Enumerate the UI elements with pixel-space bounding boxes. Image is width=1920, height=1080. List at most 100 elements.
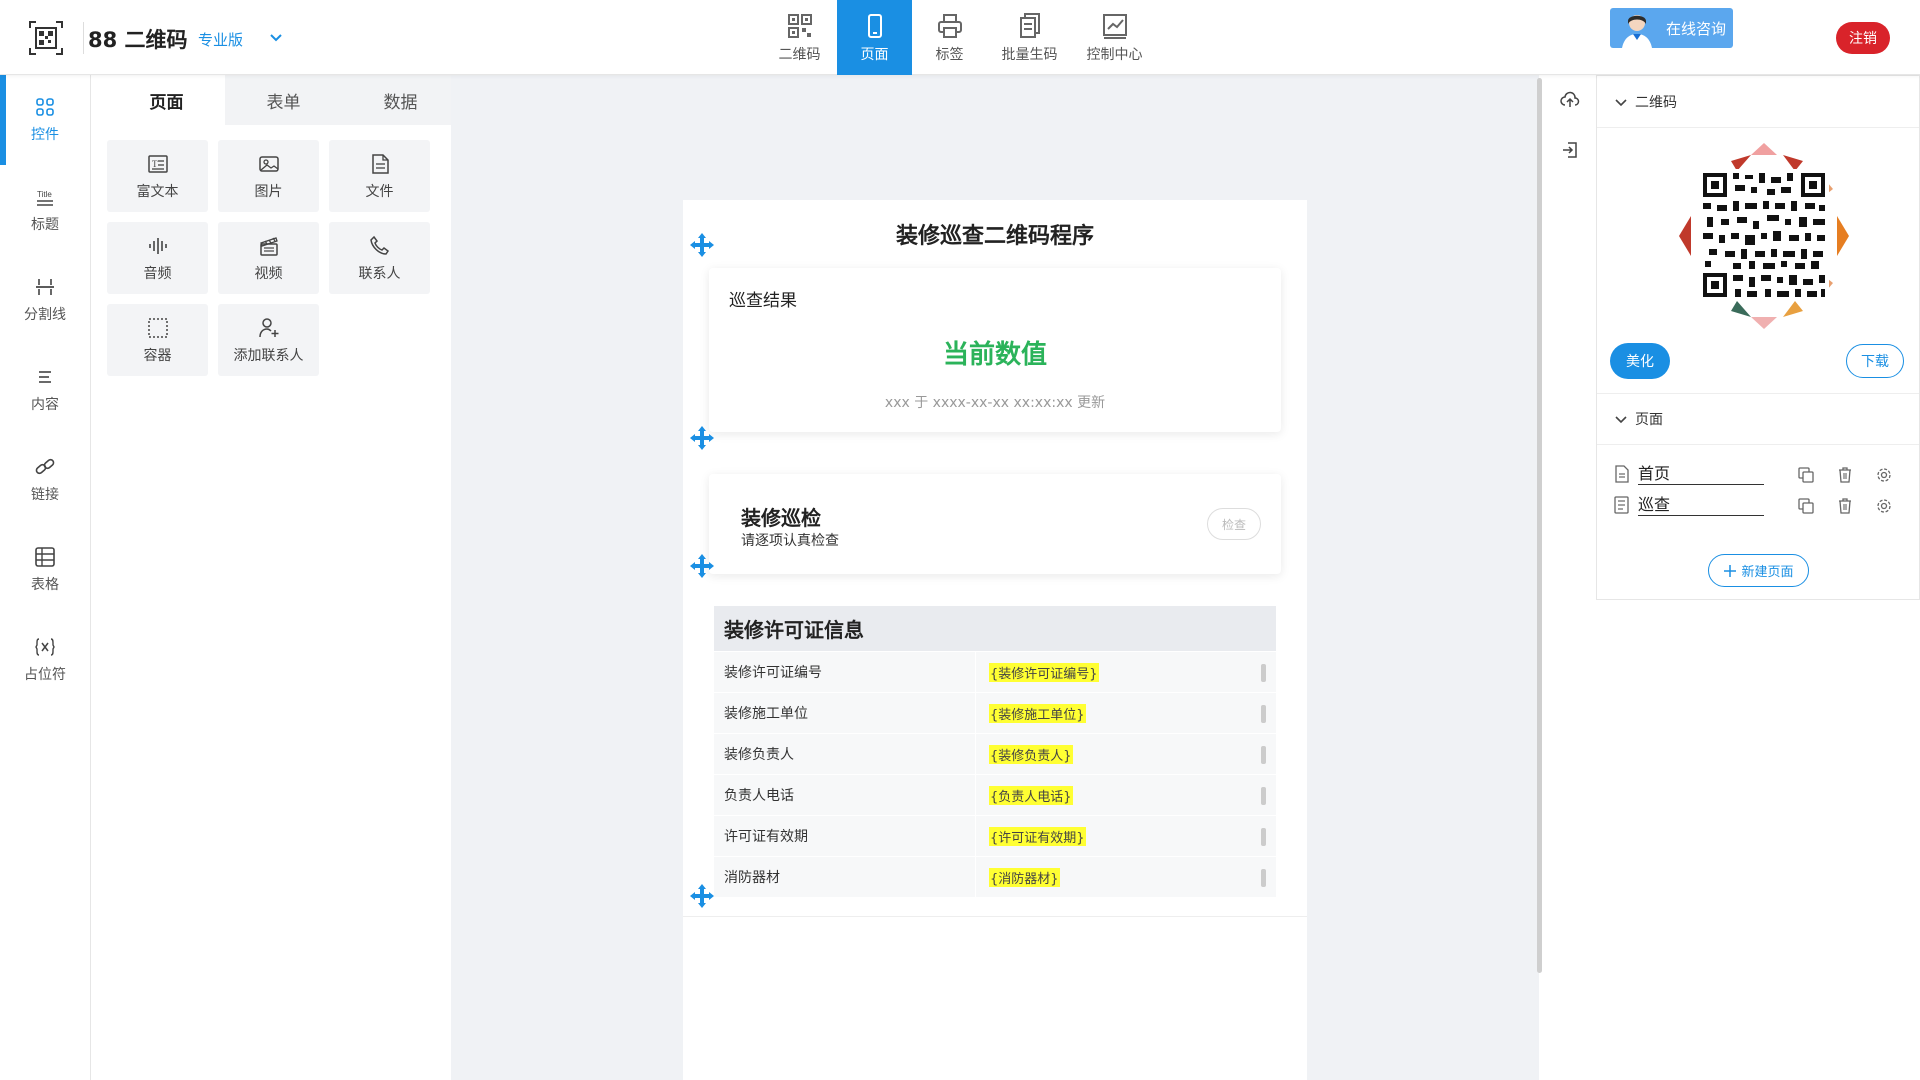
table-row[interactable]: 装修施工单位 {装修施工单位} — [714, 692, 1276, 733]
move-handle-icon[interactable] — [689, 553, 715, 579]
download-button[interactable]: 下载 — [1846, 344, 1904, 378]
widget-rich-text[interactable]: T 富文本 — [107, 140, 208, 212]
widget-label: 图片 — [254, 183, 283, 200]
page-name[interactable]: 巡查 — [1638, 495, 1764, 516]
image-icon — [258, 155, 279, 172]
rail-item-label: 链接 — [31, 487, 59, 503]
rail-item-widgets[interactable]: 控件 — [0, 75, 90, 165]
placeholder-icon — [35, 638, 55, 656]
placeholder-tag: {装修施工单位} — [989, 703, 1086, 723]
move-handle-icon[interactable] — [689, 232, 715, 258]
new-page-button[interactable]: 新建页面 — [1708, 554, 1809, 587]
nav-qrcode[interactable]: 二维码 — [762, 0, 837, 75]
rail-item-link[interactable]: 链接 — [0, 435, 90, 525]
move-handle-icon[interactable] — [689, 883, 715, 909]
trash-icon[interactable] — [1836, 466, 1854, 484]
divider-icon — [36, 279, 54, 295]
permit-table[interactable]: 装修许可证信息 装修许可证编号 {装修许可证编号} 装修施工单位 {装修施工单位} … — [714, 606, 1276, 897]
widget-video[interactable]: 视频 — [218, 222, 319, 294]
nav-batch-label: 批量生码 — [1001, 46, 1058, 63]
cell-resize-handle[interactable] — [1261, 705, 1266, 723]
logout-button[interactable]: 注销 — [1836, 22, 1890, 54]
page-name[interactable]: 首页 — [1638, 464, 1764, 485]
nav-batch[interactable]: 批量生码 — [987, 0, 1072, 75]
page-doc-icon — [1615, 465, 1629, 483]
copy-icon[interactable] — [1797, 497, 1815, 515]
rail-item-divider[interactable]: 分割线 — [0, 255, 90, 345]
nav-label[interactable]: 标签 — [912, 0, 987, 75]
rail-item-placeholder[interactable]: 占位符 — [0, 615, 90, 705]
edition-label[interactable]: 专业版 — [198, 29, 243, 50]
cell-resize-handle[interactable] — [1261, 787, 1266, 805]
gear-icon[interactable] — [1875, 466, 1893, 484]
table-row[interactable]: 许可证有效期 {许可证有效期} — [714, 815, 1276, 856]
rail-item-label: 标题 — [31, 217, 59, 233]
link-icon — [35, 458, 55, 475]
table-row[interactable]: 装修负责人 {装修负责人} — [714, 733, 1276, 774]
dashboard-icon — [1102, 13, 1127, 39]
result-current-value: 当前数值 — [942, 340, 1047, 370]
tab-page[interactable]: 页面 — [108, 75, 225, 125]
online-consult-button[interactable]: 在线咨询 — [1610, 8, 1733, 48]
rail-item-content[interactable]: 内容 — [0, 345, 90, 435]
chevron-down-icon[interactable] — [266, 28, 286, 48]
container-icon — [147, 317, 168, 338]
nav-control[interactable]: 控制中心 — [1072, 0, 1157, 75]
app-logo-icon[interactable] — [28, 20, 64, 56]
table-cell-key: 许可证有效期 — [714, 816, 976, 856]
tab-data[interactable]: 数据 — [342, 75, 459, 125]
phone-preview: 装修巡查二维码程序 巡查结果 当前数值 xxx 于 xxxx-xx-xx xx:… — [683, 200, 1307, 1080]
rail-item-table[interactable]: 表格 — [0, 525, 90, 615]
placeholder-tag: {许可证有效期} — [989, 826, 1086, 846]
rail-item-label: 占位符 — [24, 667, 66, 683]
table-row[interactable]: 消防器材 {消防器材} — [714, 856, 1276, 897]
cell-resize-handle[interactable] — [1261, 869, 1266, 887]
nav-page[interactable]: 页面 — [837, 0, 912, 75]
rail-item-label: 表格 — [31, 577, 59, 593]
plus-icon — [1724, 564, 1737, 577]
add-contact-icon — [258, 317, 278, 337]
chevron-down-icon — [1615, 416, 1627, 424]
widget-container[interactable]: 容器 — [107, 304, 208, 376]
inspect-card[interactable]: 装修巡检 请逐项认真检查 检查 — [709, 474, 1281, 574]
table-cell-value: {消防器材} — [976, 857, 1276, 897]
trash-icon[interactable] — [1836, 497, 1854, 515]
widget-image[interactable]: 图片 — [218, 140, 319, 212]
tab-form[interactable]: 表单 — [225, 75, 342, 125]
online-consult-label: 在线咨询 — [1666, 19, 1727, 38]
widget-label: 视频 — [254, 265, 283, 282]
page-list-item-home[interactable]: 首页 — [1613, 462, 1913, 488]
result-card[interactable]: 巡查结果 当前数值 xxx 于 xxxx-xx-xx xx:xx:xx 更新 — [709, 268, 1281, 432]
inspect-button[interactable]: 检查 — [1207, 508, 1261, 540]
widget-audio[interactable]: 音频 — [107, 222, 208, 294]
gear-icon[interactable] — [1875, 497, 1893, 515]
placeholder-tag: {负责人电话} — [989, 785, 1073, 805]
rail-item-title[interactable]: Title 标题 — [0, 165, 90, 255]
table-row[interactable]: 装修许可证编号 {装修许可证编号} — [714, 651, 1276, 692]
table-row[interactable]: 负责人电话 {负责人电话} — [714, 774, 1276, 815]
widget-contact[interactable]: 联系人 — [329, 222, 430, 294]
preview-title: 装修巡查二维码程序 — [895, 224, 1094, 249]
cell-resize-handle[interactable] — [1261, 828, 1266, 846]
result-updated-text: xxx 于 xxxx-xx-xx xx:xx:xx 更新 — [884, 395, 1106, 411]
widget-file[interactable]: 文件 — [329, 140, 430, 212]
import-icon[interactable] — [1560, 140, 1580, 160]
rail-item-label: 控件 — [31, 127, 59, 143]
table-cell-key: 装修施工单位 — [714, 693, 976, 733]
move-handle-icon[interactable] — [689, 425, 715, 451]
cloud-upload-icon[interactable] — [1560, 90, 1580, 110]
cell-resize-handle[interactable] — [1261, 664, 1266, 682]
inspect-card-title: 装修巡检 — [741, 506, 821, 530]
content-icon — [39, 371, 51, 383]
copy-icon[interactable] — [1797, 466, 1815, 484]
batch-icon — [1019, 12, 1040, 38]
cell-resize-handle[interactable] — [1261, 746, 1266, 764]
beautify-button[interactable]: 美化 — [1610, 343, 1670, 379]
table-cell-key: 装修许可证编号 — [714, 652, 976, 692]
qr-section-header[interactable]: 二维码 — [1597, 76, 1919, 128]
rail-item-label: 分割线 — [24, 307, 66, 323]
widget-add-contact[interactable]: 添加联系人 — [218, 304, 319, 376]
page-list-item-inspect[interactable]: 巡查 — [1613, 493, 1913, 519]
top-nav: 二维码 页面 标签 批量生码 控制中心 — [762, 0, 1157, 75]
pages-section-header[interactable]: 页面 — [1597, 393, 1919, 445]
